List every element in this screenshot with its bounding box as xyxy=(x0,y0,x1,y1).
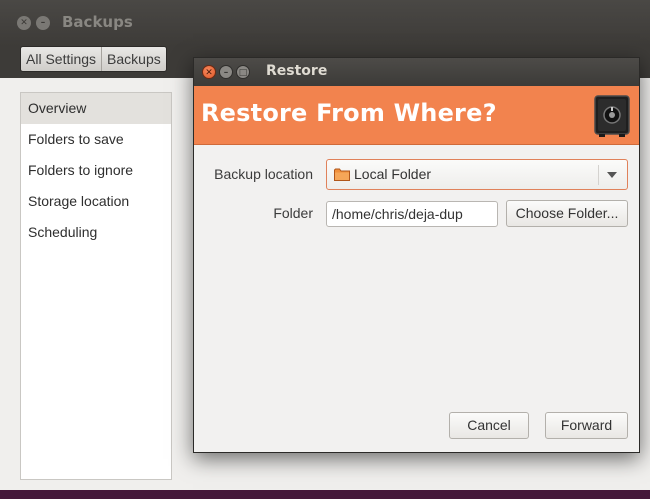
all-settings-button[interactable]: All Settings xyxy=(21,47,101,71)
breadcrumb: All Settings Backups xyxy=(20,46,167,72)
dialog-title: Restore xyxy=(266,63,328,79)
folder-label: Folder xyxy=(273,205,313,221)
window-minimize-icon[interactable]: – xyxy=(36,16,50,30)
safe-icon xyxy=(594,95,630,137)
page-title: Restore From Where? xyxy=(201,99,497,127)
dialog-close-icon[interactable]: ✕ xyxy=(202,65,216,79)
sidebar-item-scheduling[interactable]: Scheduling xyxy=(21,217,171,248)
combo-separator xyxy=(598,165,599,185)
backups-titlebar: ✕ – Backups xyxy=(0,0,650,46)
backup-location-value: Local Folder xyxy=(354,166,432,182)
sidebar-item-storage-location[interactable]: Storage location xyxy=(21,186,171,217)
restore-dialog: ✕ – □ Restore Restore From Where? Backup… xyxy=(193,57,640,453)
dialog-maximize-icon[interactable]: □ xyxy=(236,65,250,79)
window-title: Backups xyxy=(62,13,133,31)
choose-folder-button[interactable]: Choose Folder... xyxy=(506,200,628,227)
dialog-minimize-icon[interactable]: – xyxy=(219,65,233,79)
backups-button[interactable]: Backups xyxy=(101,47,166,71)
dialog-titlebar: ✕ – □ Restore xyxy=(194,58,639,86)
sidebar-item-folders-to-save[interactable]: Folders to save xyxy=(21,124,171,155)
window-close-icon[interactable]: ✕ xyxy=(17,16,31,30)
forward-button[interactable]: Forward xyxy=(545,412,628,439)
folder-path-input[interactable]: /home/chris/deja-dup xyxy=(326,201,498,227)
sidebar: Overview Folders to save Folders to igno… xyxy=(20,92,172,480)
sidebar-item-folders-to-ignore[interactable]: Folders to ignore xyxy=(21,155,171,186)
chevron-down-icon xyxy=(607,172,617,178)
dialog-banner: Restore From Where? xyxy=(194,86,639,145)
cancel-button[interactable]: Cancel xyxy=(449,412,529,439)
backup-location-select[interactable]: Local Folder xyxy=(326,159,628,190)
folder-icon xyxy=(334,168,350,181)
sidebar-item-overview[interactable]: Overview xyxy=(21,93,171,124)
backup-location-label: Backup location xyxy=(214,166,313,182)
